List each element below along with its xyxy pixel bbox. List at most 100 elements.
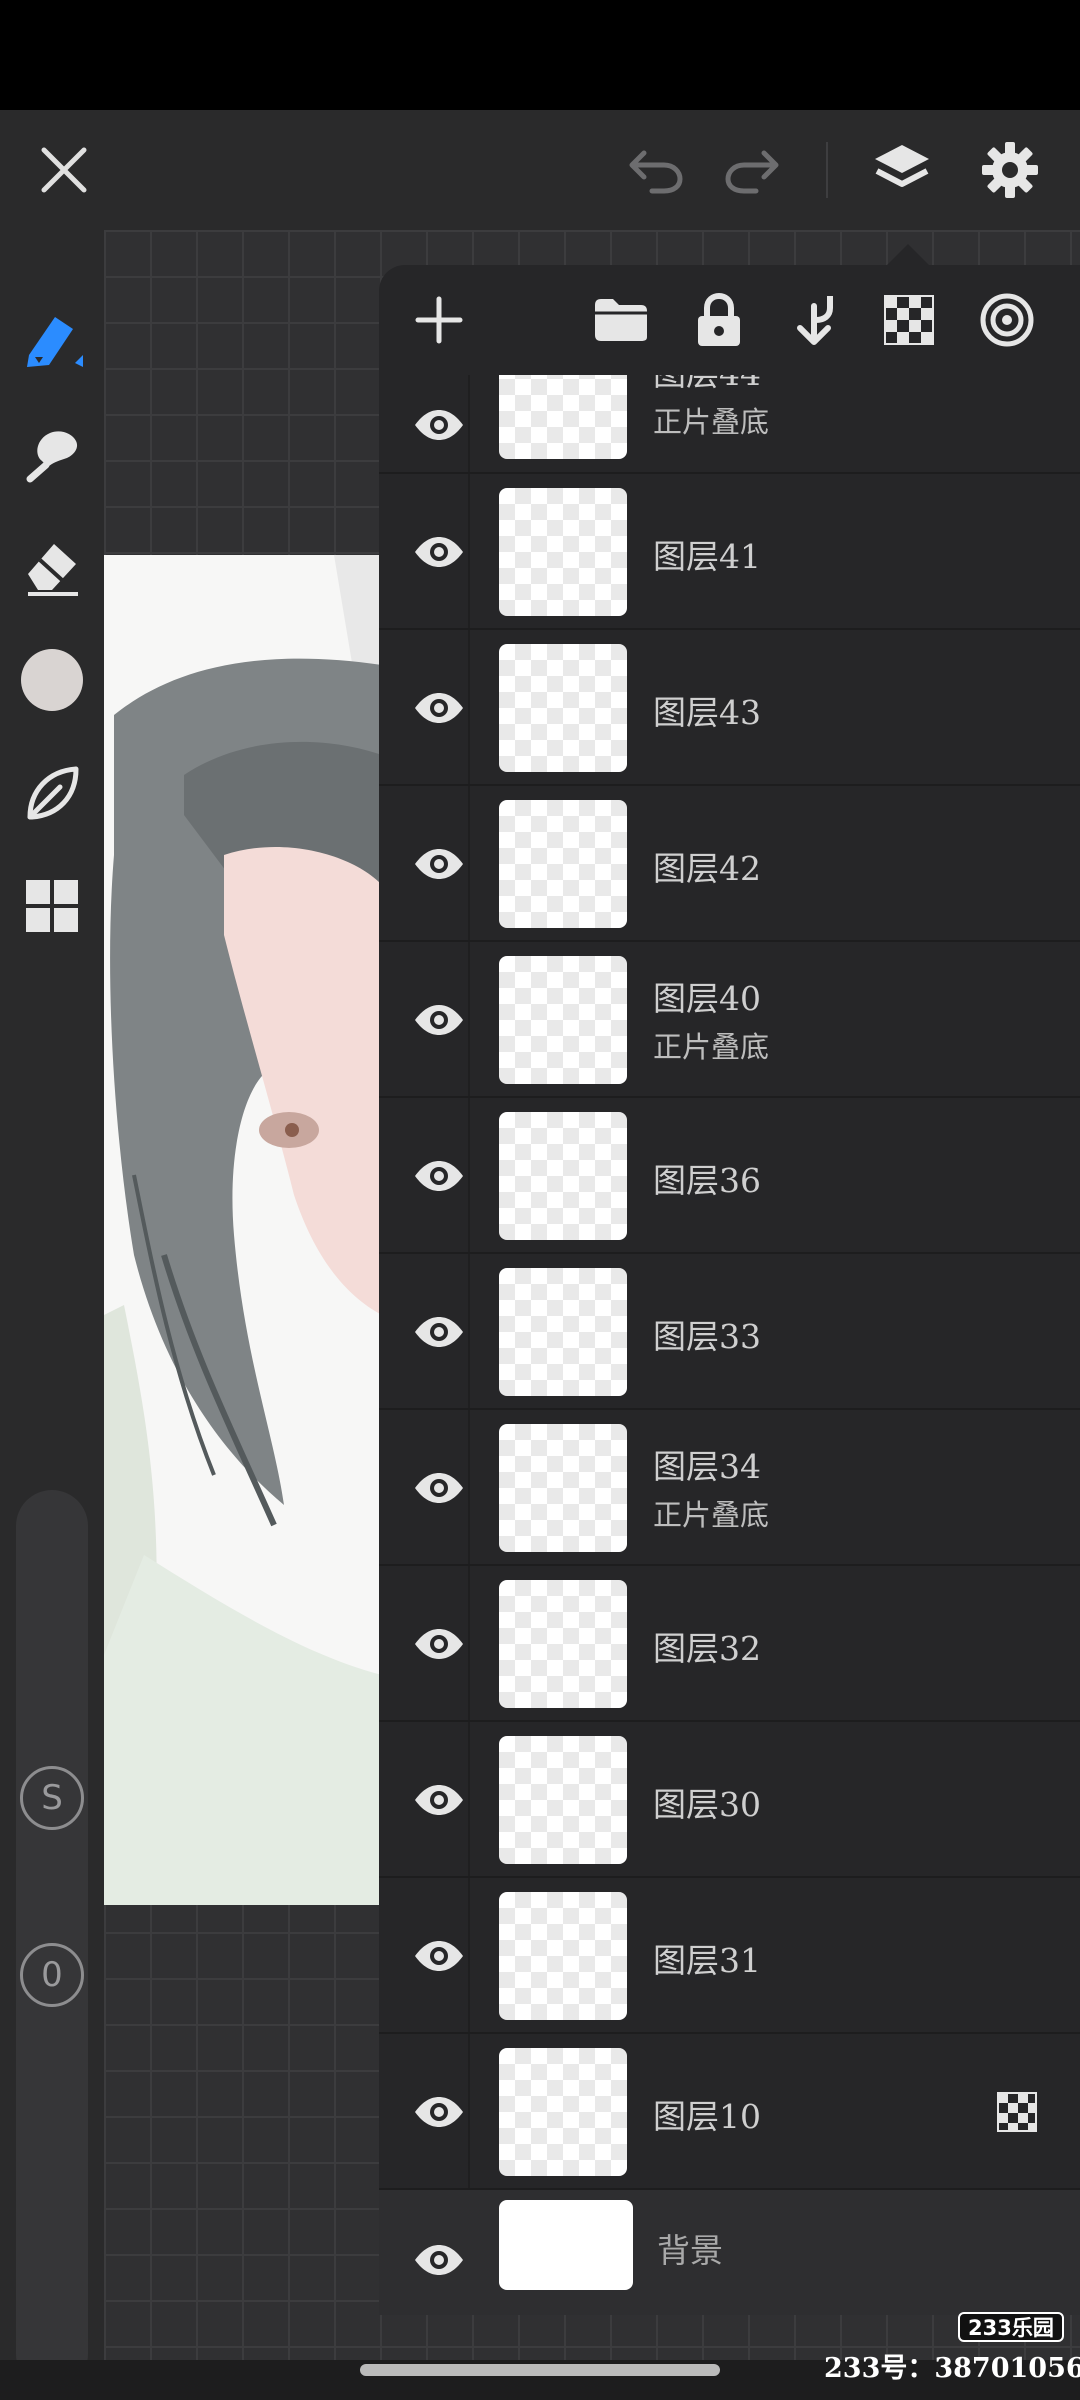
- layer-row[interactable]: 图层36: [379, 1098, 1080, 1254]
- layer-row[interactable]: 图层32: [379, 1566, 1080, 1722]
- color-swatch[interactable]: [14, 642, 90, 718]
- column-divider: [468, 1410, 470, 1564]
- lock-icon[interactable]: [681, 282, 757, 358]
- column-divider: [468, 1878, 470, 2032]
- layer-row[interactable]: 图层10: [379, 2034, 1080, 2190]
- artwork-illustration: [104, 555, 382, 1905]
- brush-slider-track[interactable]: [16, 1490, 88, 2360]
- layer-thumbnail: [499, 956, 627, 1084]
- column-divider: [468, 1566, 470, 1720]
- layer-thumbnail: [499, 1268, 627, 1396]
- visibility-eye-icon[interactable]: [401, 1606, 477, 1682]
- column-divider: [468, 1722, 470, 1876]
- visibility-eye-icon[interactable]: [401, 1450, 477, 1526]
- grid-icon[interactable]: [14, 868, 90, 944]
- layer-thumbnail: [499, 488, 627, 616]
- artwork-canvas[interactable]: [104, 555, 382, 1905]
- layer-name: 图层43: [653, 693, 761, 732]
- layer-name: 图层31: [653, 1941, 761, 1980]
- visibility-eye-icon[interactable]: [401, 1918, 477, 1994]
- close-icon[interactable]: [26, 132, 102, 208]
- layer-thumbnail: [499, 1424, 627, 1552]
- visibility-eye-icon[interactable]: [401, 1294, 477, 1370]
- home-indicator[interactable]: [360, 2364, 720, 2376]
- eraser-icon[interactable]: [14, 528, 90, 604]
- watermark-id: 233号：387010564: [824, 2353, 1080, 2384]
- checker-icon[interactable]: [871, 282, 947, 358]
- layer-name: 图层33: [653, 1317, 761, 1356]
- visibility-eye-icon[interactable]: [401, 1762, 477, 1838]
- layer-thumbnail: [499, 2048, 627, 2176]
- layer-row[interactable]: 图层30: [379, 1722, 1080, 1878]
- visibility-eye-icon[interactable]: [401, 1138, 477, 1214]
- visibility-eye-icon[interactable]: [401, 982, 477, 1058]
- smudge-icon[interactable]: [14, 415, 90, 491]
- app-window: S 0 正片叠底 图层41 图层43 图层42 图层40 正片叠底 图层36 图…: [0, 110, 1080, 2360]
- plus-icon[interactable]: [401, 282, 477, 358]
- visibility-eye-icon[interactable]: [401, 2222, 477, 2298]
- layer-row[interactable]: 图层34 正片叠底: [379, 1410, 1080, 1566]
- visibility-eye-icon[interactable]: [401, 514, 477, 590]
- layer-name: 图层34: [653, 1447, 761, 1486]
- layer-panel: 图层44正片叠底图层41图层43图层42图层40正片叠底图层36图层33图层34…: [379, 265, 1080, 2315]
- layer-thumbnail: [499, 2200, 633, 2290]
- pen-icon[interactable]: [14, 302, 90, 378]
- layer-name: 图层41: [653, 537, 761, 576]
- column-divider: [468, 1098, 470, 1252]
- layers-icon[interactable]: [864, 132, 940, 208]
- layer-thumbnail: [499, 1112, 627, 1240]
- layer-row[interactable]: 图层40 正片叠底: [379, 942, 1080, 1098]
- layer-name: 图层42: [653, 849, 761, 888]
- watermark-logo: 233乐园: [958, 2312, 1064, 2342]
- layer-thumbnail: [499, 800, 627, 928]
- column-divider: [468, 786, 470, 940]
- visibility-eye-icon[interactable]: [401, 826, 477, 902]
- visibility-eye-icon[interactable]: [401, 387, 477, 463]
- layer-name: 图层32: [653, 1629, 761, 1668]
- opacity-slider-handle[interactable]: 0: [20, 1943, 84, 2007]
- status-bar: [0, 0, 1080, 110]
- layer-name: 图层36: [653, 1161, 761, 1200]
- layer-thumbnail: [499, 375, 627, 459]
- layer-list[interactable]: 图层44正片叠底图层41图层43图层42图层40正片叠底图层36图层33图层34…: [379, 375, 1080, 2315]
- panel-pointer: [886, 244, 930, 266]
- column-divider: [468, 474, 470, 628]
- layer-name: 图层40: [653, 979, 761, 1018]
- layer-row[interactable]: 图层31: [379, 1878, 1080, 2034]
- layer-row[interactable]: 图层41: [379, 474, 1080, 630]
- size-badge-label: S: [41, 1778, 63, 1818]
- layer-thumbnail: [499, 1892, 627, 2020]
- column-divider: [468, 942, 470, 1096]
- target-icon[interactable]: [969, 282, 1045, 358]
- layer-thumbnail: [499, 644, 627, 772]
- merge-down-icon[interactable]: [777, 282, 853, 358]
- layer-row-background[interactable]: 背景: [379, 2190, 1080, 2315]
- size-slider-handle[interactable]: S: [20, 1766, 84, 1830]
- layer-thumbnail: [499, 1580, 627, 1708]
- layer-row[interactable]: 图层44 正片叠底: [379, 375, 1080, 474]
- layer-blend-mode: 正片叠底: [653, 1498, 770, 1532]
- layer-row[interactable]: 图层33: [379, 1254, 1080, 1410]
- visibility-eye-icon[interactable]: [401, 2074, 477, 2150]
- toolbar-divider: [826, 142, 828, 198]
- leaf-icon[interactable]: [14, 755, 90, 831]
- layer-blend-mode: 正片叠底: [653, 405, 770, 439]
- column-divider: [468, 630, 470, 784]
- column-divider: [468, 2034, 470, 2188]
- alpha-lock-icon: [991, 2086, 1043, 2138]
- layer-name: 图层30: [653, 1785, 761, 1824]
- undo-icon[interactable]: [618, 132, 694, 208]
- column-divider: [468, 375, 470, 472]
- top-bar: [0, 110, 1080, 230]
- layer-name: 背景: [657, 2231, 723, 2270]
- column-divider: [468, 1254, 470, 1408]
- redo-icon[interactable]: [714, 132, 790, 208]
- opacity-badge-label: 0: [41, 1955, 63, 1995]
- tool-column: S 0: [0, 230, 104, 2360]
- layer-row[interactable]: 图层43: [379, 630, 1080, 786]
- gear-icon[interactable]: [972, 132, 1048, 208]
- layer-row[interactable]: 图层42: [379, 786, 1080, 942]
- folder-icon[interactable]: [583, 282, 659, 358]
- layer-name: 图层10: [653, 2097, 761, 2136]
- visibility-eye-icon[interactable]: [401, 670, 477, 746]
